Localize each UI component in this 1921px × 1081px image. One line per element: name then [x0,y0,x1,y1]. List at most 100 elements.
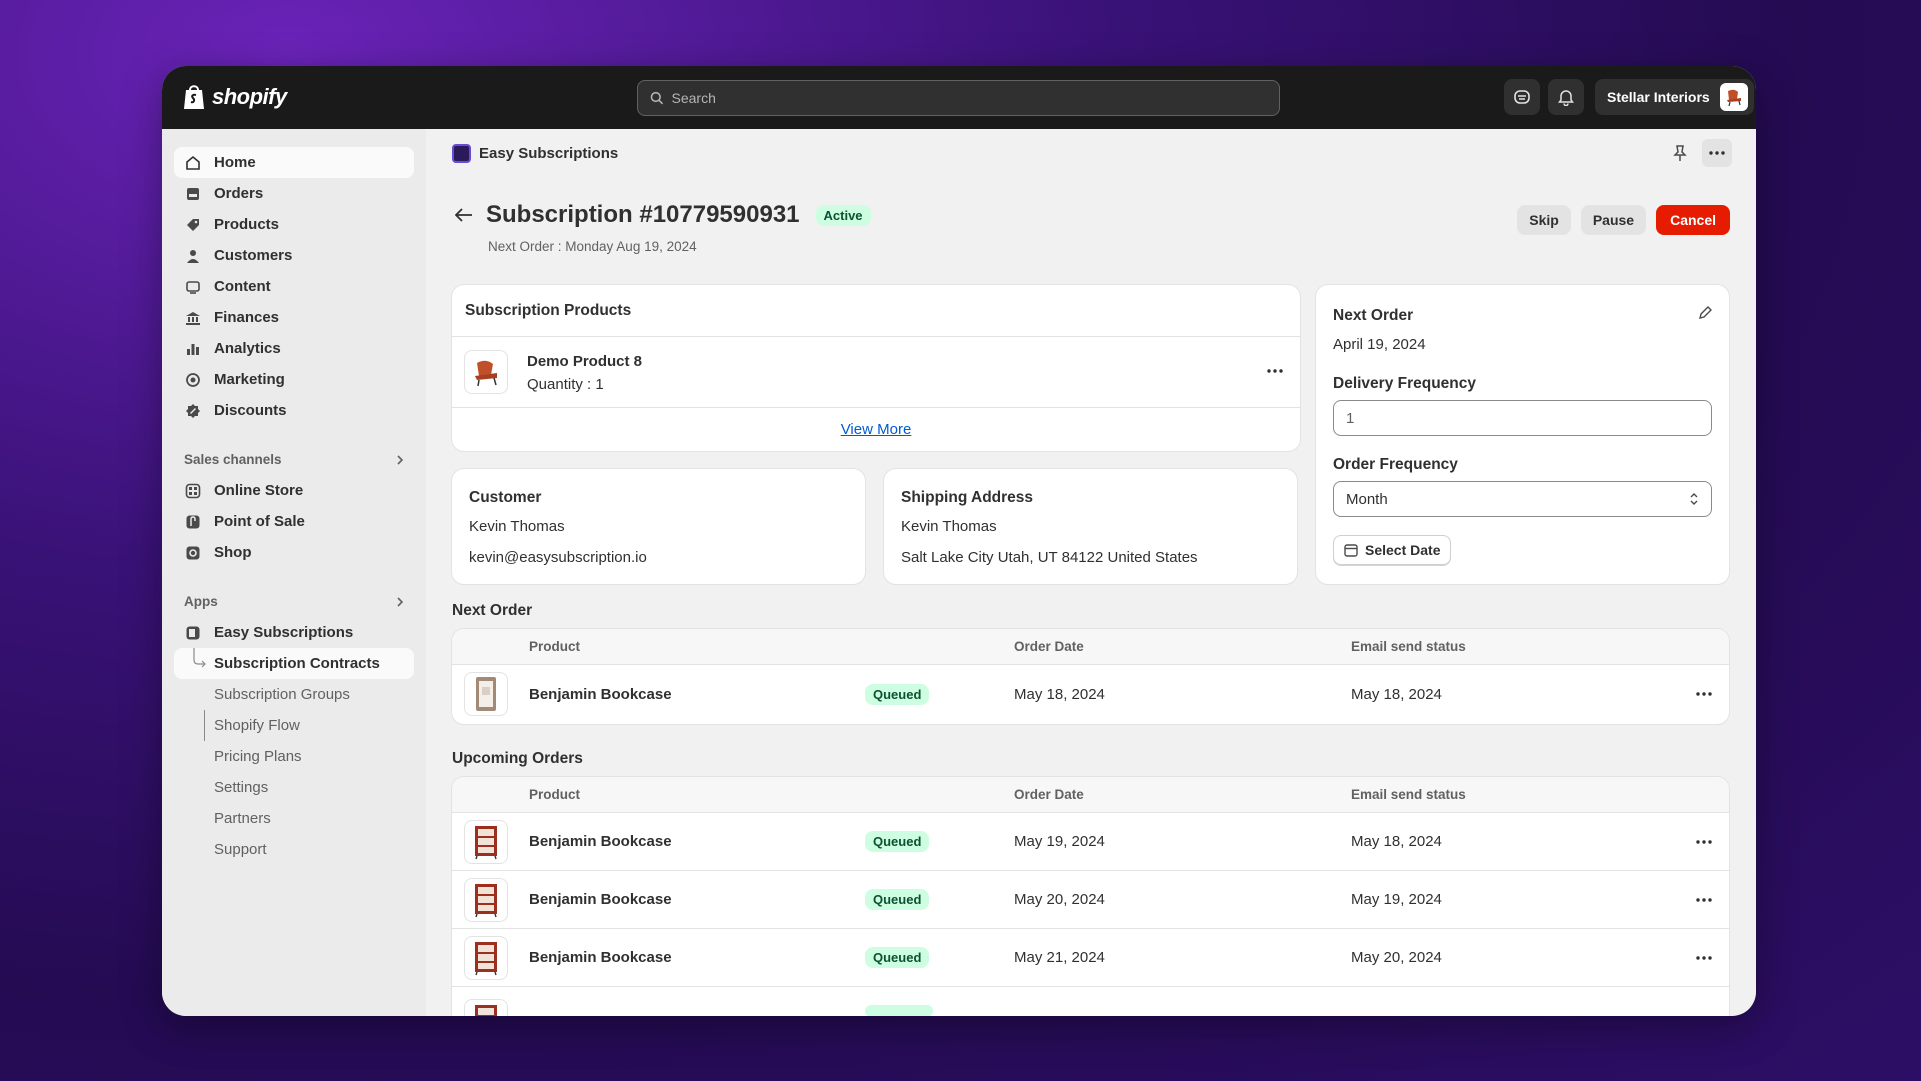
view-more-link[interactable]: View More [841,421,912,438]
sales-channels-label: Sales channels [184,452,282,467]
pin-button[interactable] [1672,144,1688,162]
table-header: Product Order Date Email send status [452,629,1729,665]
product-quantity: Quantity : 1 [527,376,604,393]
product-name: Benjamin Bookcase [529,685,672,703]
sidebar-item-marketing[interactable]: Marketing [174,364,414,395]
discount-icon [184,402,202,420]
row-actions-button[interactable] [1691,832,1717,852]
tree-line [204,710,205,741]
delivery-frequency-input[interactable]: 1 [1333,400,1712,436]
sidebar-item-point-of-sale[interactable]: Point of Sale [174,506,414,537]
column-header-order-date: Order Date [1014,639,1084,654]
sidebar-subitem-partners[interactable]: Partners [174,803,414,834]
product-row: Demo Product 8 Quantity : 1 [452,337,1300,408]
table-row[interactable]: Benjamin Bookcase Queued May 20, 2024 Ma… [452,871,1729,929]
next-order-section-title: Next Order [452,602,533,619]
logo-text: shopify [212,84,287,109]
table-row-partial[interactable] [452,987,1729,1016]
chevron-right-icon [397,596,404,607]
search-input[interactable] [671,90,1279,106]
customer-name: Kevin Thomas [469,518,565,535]
app-header: Easy Subscriptions [426,129,1756,177]
select-arrows-icon [1690,493,1698,505]
row-actions-button[interactable] [1691,948,1717,968]
sidebar-item-content[interactable]: Content [174,271,414,302]
sidebar-subitem-subscription-contracts[interactable]: Subscription Contracts [174,648,414,679]
sidebar-subitem-settings[interactable]: Settings [174,772,414,803]
status-badge [865,1005,933,1016]
pin-icon [1673,145,1687,161]
shopify-logo[interactable]: shopify [182,83,287,111]
top-bar: shopify Stellar Interiors [162,66,1756,129]
sidebar-item-shop[interactable]: Shop [174,537,414,568]
sidebar-item-orders[interactable]: Orders [174,178,414,209]
store-menu-button[interactable]: Stellar Interiors [1595,79,1754,115]
sidebar-item-discounts[interactable]: Discounts [174,395,414,426]
bookcase-icon [476,677,496,711]
upcoming-orders-section-title: Upcoming Orders [452,750,583,767]
sales-channels-heading[interactable]: Sales channels [174,444,414,475]
shopify-bag-icon [184,85,204,109]
product-actions-button[interactable] [1262,361,1288,381]
status-badge: Queued [865,947,930,968]
bell-icon [1558,90,1574,106]
sidebar-subitem-shopify-flow[interactable]: Shopify Flow [174,710,414,741]
row-actions-button[interactable] [1691,890,1717,910]
calendar-icon [1344,544,1358,557]
product-thumbnail [464,935,508,980]
apps-label: Apps [184,594,218,609]
main-content: Easy Subscriptions Subscription #1077959… [426,129,1756,1016]
tag-icon [184,216,202,234]
select-date-button[interactable]: Select Date [1333,535,1452,565]
sidebar-subitem-label: Subscription Contracts [214,655,380,672]
sidekick-button[interactable] [1504,79,1540,115]
sidebar-subitem-support[interactable]: Support [174,834,414,865]
sidebar-subitem-label: Subscription Groups [214,686,350,703]
ellipsis-icon [1696,897,1712,902]
email-send-status: May 18, 2024 [1351,833,1442,850]
card-title: Customer [469,489,542,506]
notifications-button[interactable] [1548,79,1584,115]
sidebar-item-label: Home [214,154,256,171]
back-button[interactable] [452,203,476,227]
sidebar-item-label: Online Store [214,482,304,499]
email-send-status: May 20, 2024 [1351,949,1442,966]
product-thumbnail [464,350,508,394]
sidebar-item-easy-subscriptions[interactable]: Easy Subscriptions [174,617,414,648]
edit-button[interactable] [1697,305,1713,321]
sidebar-item-label: Finances [214,309,280,326]
table-row[interactable]: Benjamin Bookcase Queued May 18, 2024 Ma… [452,665,1729,723]
sidebar-item-finances[interactable]: Finances [174,302,414,333]
order-frequency-value: Month [1346,490,1388,508]
cancel-button[interactable]: Cancel [1656,205,1730,235]
table-row[interactable]: Benjamin Bookcase Queued May 19, 2024 Ma… [452,813,1729,871]
card-title: Next Order [1333,307,1414,324]
sidebar-subitem-subscription-groups[interactable]: Subscription Groups [174,679,414,710]
sidebar-item-home[interactable]: Home [174,147,414,178]
content-icon [184,278,202,296]
bookcase-icon [475,1005,497,1016]
pencil-icon [1699,306,1712,319]
more-actions-button[interactable] [1702,139,1732,167]
apps-heading[interactable]: Apps [174,586,414,617]
search-bar[interactable] [637,80,1280,116]
order-frequency-select[interactable]: Month [1333,481,1712,517]
delivery-frequency-label: Delivery Frequency [1333,375,1477,392]
card-title: Subscription Products [465,301,632,319]
pause-button[interactable]: Pause [1580,205,1647,235]
order-date: May 20, 2024 [1014,891,1105,908]
skip-button[interactable]: Skip [1517,205,1571,235]
row-actions-button[interactable] [1691,684,1717,704]
sidekick-icon [1514,90,1530,104]
sidebar-subitem-pricing-plans[interactable]: Pricing Plans [174,741,414,772]
sidebar-item-label: Analytics [214,340,281,357]
table-row[interactable]: Benjamin Bookcase Queued May 21, 2024 Ma… [452,929,1729,987]
customer-email[interactable]: kevin@easysubscription.io [469,549,647,566]
sidebar-item-customers[interactable]: Customers [174,240,414,271]
sidebar-item-online-store[interactable]: Online Store [174,475,414,506]
sidebar-subitem-label: Settings [214,779,269,796]
sidebar-item-analytics[interactable]: Analytics [174,333,414,364]
sidebar-item-label: Customers [214,247,293,264]
sidebar-item-products[interactable]: Products [174,209,414,240]
next-order-subtitle: Next Order : Monday Aug 19, 2024 [488,239,697,254]
